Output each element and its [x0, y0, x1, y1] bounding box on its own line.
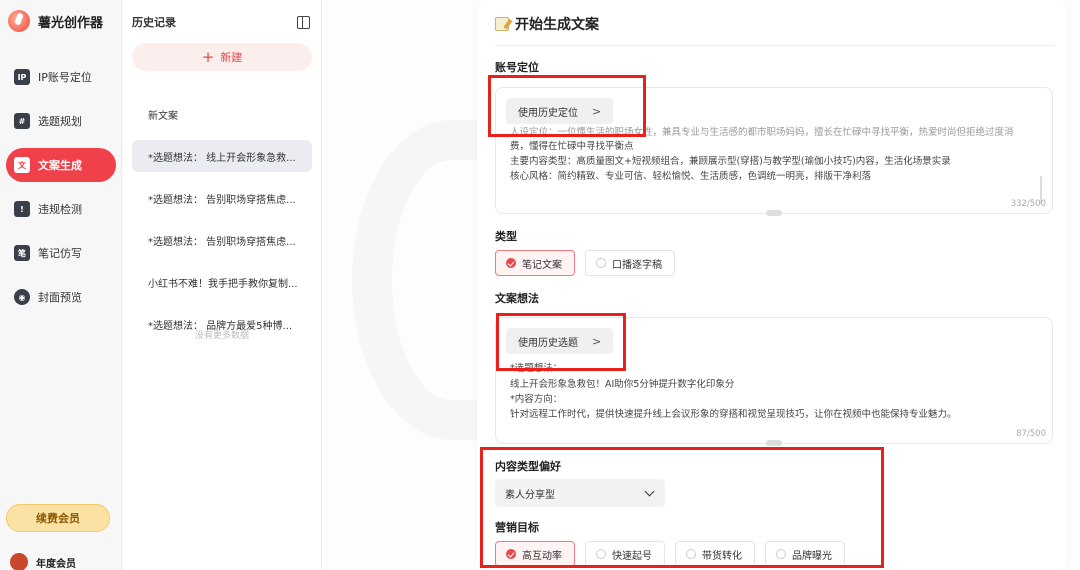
history-list: 新文案 *选题想法： 线上开会形象急救... *选题想法： 告别职场穿搭焦虑..…: [132, 98, 312, 350]
option-label: 笔记文案: [522, 259, 562, 271]
option-note-copy[interactable]: 笔记文案: [495, 250, 575, 276]
sidebar-item-topic-planning[interactable]: # 选题规划: [6, 104, 116, 138]
page-title: 开始生成文案: [495, 14, 599, 34]
new-button-label: 新建: [220, 51, 243, 64]
resize-handle[interactable]: [766, 440, 782, 446]
char-counter: 332/500: [1010, 199, 1046, 209]
option-voice-script[interactable]: 口播逐字稿: [585, 250, 675, 276]
membership-label: 年度会员: [36, 558, 76, 570]
divider: [495, 45, 1055, 46]
sidebar: 薯光创作器 IP IP账号定位 # 选题规划 文 文案生成 ! 违规检测 笔 笔…: [0, 0, 122, 570]
check-icon: [506, 258, 516, 268]
account-position-label: 账号定位: [495, 61, 539, 74]
highlight-box: [488, 75, 646, 137]
textarea-line: 针对远程工作时代，提供快速提升线上会议形象的穿搭和视觉呈现技巧，让你在视频中也能…: [510, 409, 957, 420]
sidebar-item-label: 笔记仿写: [38, 247, 82, 260]
textarea-line: 线上开会形象急救包！AI助你5分钟提升数字化印象分: [510, 379, 735, 390]
sidebar-item-label: 违规检测: [38, 203, 82, 216]
sidebar-item-ip-positioning[interactable]: IP IP账号定位: [6, 60, 116, 94]
history-panel: 历史记录 + 新建 新文案 *选题想法： 线上开会形象急救... *选题想法： …: [122, 0, 322, 570]
user-info[interactable]: 年度会员: [10, 553, 76, 570]
sidebar-item-violation-check[interactable]: ! 违规检测: [6, 192, 116, 226]
highlight-box: [496, 313, 626, 371]
sidebar-item-copy-generation[interactable]: 文 文案生成: [6, 148, 116, 182]
warning-icon: !: [14, 201, 30, 217]
type-label: 类型: [495, 230, 517, 243]
new-button[interactable]: + 新建: [132, 43, 312, 71]
radio-icon: [596, 258, 606, 268]
app-logo[interactable]: 薯光创作器: [8, 10, 103, 32]
document-icon: 文: [14, 157, 30, 173]
sidebar-item-note-imitation[interactable]: 笔 笔记仿写: [6, 236, 116, 270]
notebook-icon: 笔: [14, 245, 30, 261]
copy-idea-label: 文案想法: [495, 292, 539, 305]
history-item[interactable]: *选题想法： 告别职场穿搭焦虑...: [132, 224, 312, 256]
history-item[interactable]: *选题想法： 线上开会形象急救...: [132, 140, 312, 172]
sidebar-item-cover-preview[interactable]: ◉ 封面预览: [6, 280, 116, 314]
memo-icon: [495, 17, 509, 31]
sidebar-item-label: 文案生成: [38, 159, 82, 172]
textarea-line: 主要内容类型：高质量图文+短视频组合，兼顾展示型(穿搭)与教学型(瑜伽小技巧)内…: [510, 156, 951, 167]
highlight-box: [480, 447, 884, 568]
no-more-data-text: 没有更多数据: [194, 331, 249, 341]
sidebar-item-label: IP账号定位: [38, 71, 92, 84]
page-title-text: 开始生成文案: [515, 17, 599, 33]
type-options: 笔记文案 口播逐字稿: [495, 250, 675, 276]
renew-membership-button[interactable]: 续费会员: [6, 504, 110, 532]
avatar: [10, 553, 28, 570]
textarea-line: 核心风格：简约精致、专业可信、轻松愉悦、生活质感，色调统一明亮，排版干净利落: [510, 171, 872, 182]
history-item[interactable]: 小红书不难！我手把手教你复制...: [132, 266, 312, 298]
option-label: 口播逐字稿: [612, 259, 662, 271]
history-title: 历史记录: [132, 16, 176, 29]
textarea-line: *内容方向：: [510, 394, 563, 405]
hashtag-icon: #: [14, 113, 30, 129]
app-name: 薯光创作器: [38, 15, 104, 31]
eye-icon: ◉: [14, 289, 30, 305]
history-item[interactable]: *选题想法： 告别职场穿搭焦虑...: [132, 182, 312, 214]
char-counter: 87/500: [1016, 429, 1046, 439]
logo-icon: [8, 10, 30, 32]
sidebar-item-label: 封面预览: [38, 291, 82, 304]
panel-toggle-icon[interactable]: [297, 15, 310, 29]
sidebar-nav: IP IP账号定位 # 选题规划 文 文案生成 ! 违规检测 笔 笔记仿写 ◉ …: [0, 60, 122, 324]
resize-handle[interactable]: [766, 210, 782, 216]
sidebar-item-label: 选题规划: [38, 115, 82, 128]
history-header: 历史记录: [132, 14, 310, 30]
ip-icon: IP: [14, 69, 30, 85]
history-item[interactable]: 新文案: [132, 98, 312, 130]
plus-icon: +: [201, 47, 215, 66]
textarea-line: 费，懂得在忙碌中寻找平衡点: [510, 141, 634, 152]
